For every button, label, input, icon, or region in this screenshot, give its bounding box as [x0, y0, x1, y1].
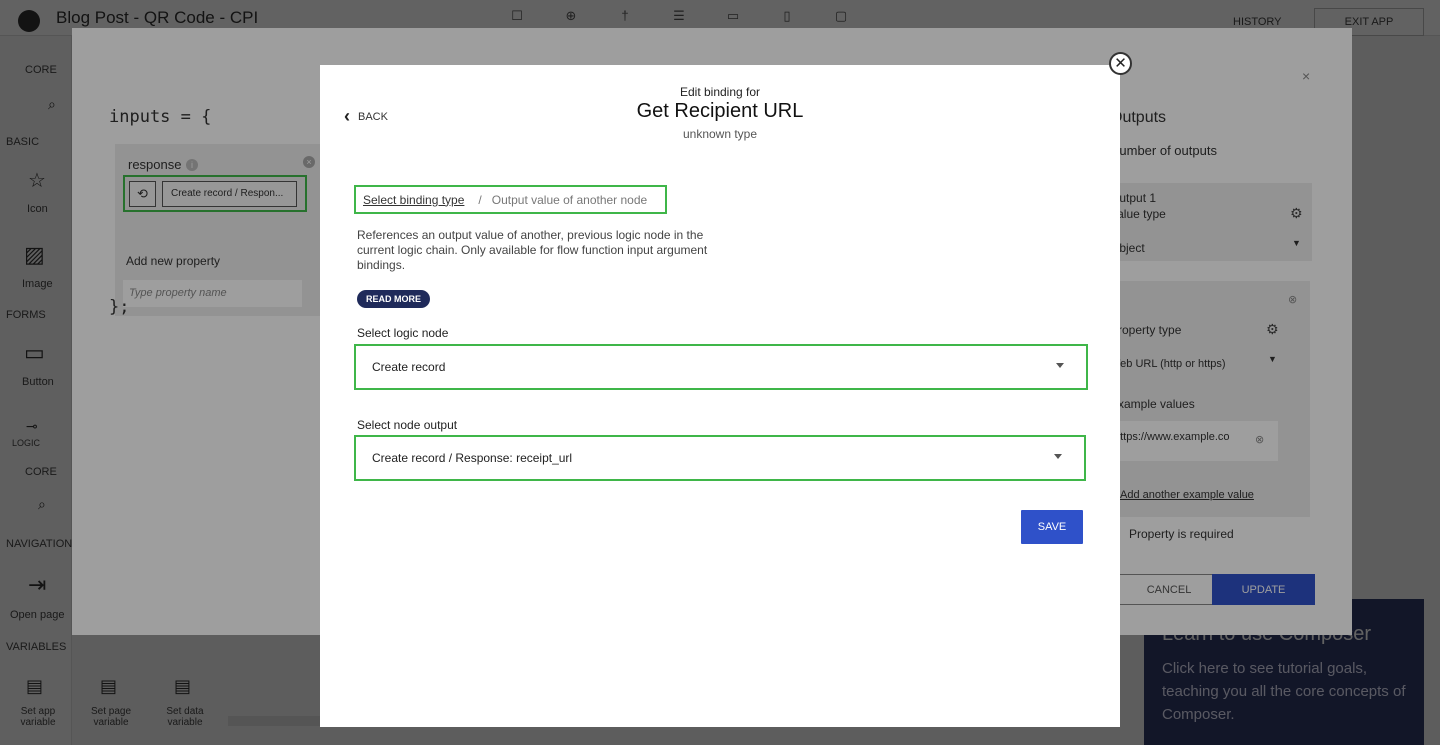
modal-subtitle: unknown type [682, 127, 758, 141]
breadcrumb-current: Output value of another node [491, 192, 648, 207]
modal-eyebrow: Edit binding for [679, 85, 761, 99]
breadcrumb-separator: / [478, 192, 482, 207]
save-button[interactable]: SAVE [1021, 510, 1083, 544]
read-more-button[interactable]: READ MORE [357, 290, 430, 308]
node-output-select[interactable]: Create record / Response: receipt_url [354, 435, 1086, 481]
node-output-value: Create record / Response: receipt_url [372, 451, 573, 465]
node-output-label: Select node output [357, 418, 458, 432]
logic-node-select[interactable]: Create record [354, 344, 1088, 390]
logic-node-label: Select logic node [357, 326, 449, 340]
modal-close-icon[interactable]: ✕ [1109, 52, 1132, 75]
binding-breadcrumb: Select binding type / Output value of an… [354, 185, 667, 214]
binding-description: References an output value of another, p… [357, 228, 708, 272]
caret-down-icon-output [1054, 454, 1062, 459]
modal-title: Get Recipient URL [636, 100, 804, 122]
select-binding-type-link[interactable]: Select binding type [363, 193, 464, 207]
logic-node-value: Create record [372, 360, 446, 374]
edit-binding-modal: ‹ BACK Edit binding for Get Recipient UR… [320, 65, 1120, 727]
caret-down-icon [1056, 363, 1064, 368]
